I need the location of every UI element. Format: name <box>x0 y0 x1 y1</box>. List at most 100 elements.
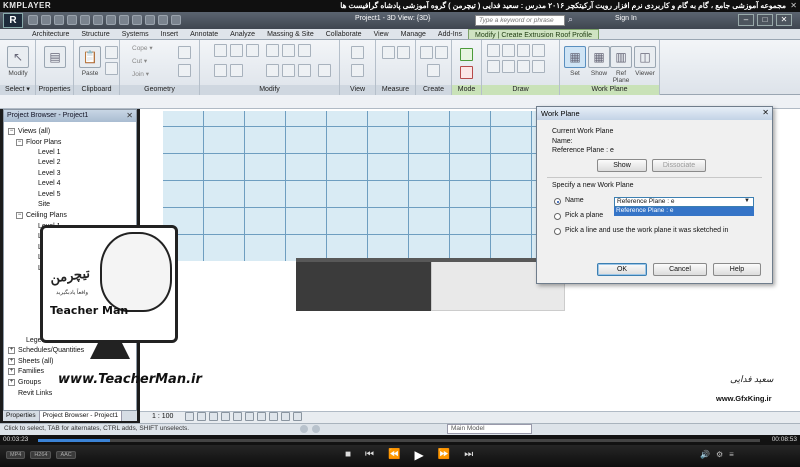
browser-tree-item[interactable]: Level 3 <box>28 169 61 178</box>
stop-icon[interactable]: ■ <box>345 449 351 461</box>
ellipse-icon[interactable] <box>517 60 530 73</box>
rotate-icon[interactable] <box>298 44 311 57</box>
render-icon[interactable] <box>233 412 242 421</box>
wall-joins-icon[interactable] <box>178 46 191 59</box>
browser-tree-item[interactable]: Level 2 <box>28 158 61 167</box>
pick-lines-icon[interactable] <box>532 60 545 73</box>
browser-tree-item[interactable]: Level 1 <box>28 148 61 157</box>
name-radio[interactable] <box>554 198 561 205</box>
show-work-plane-icon[interactable]: ▦ <box>588 46 610 68</box>
tab-properties[interactable]: Properties <box>3 411 40 421</box>
chevron-down-icon[interactable]: ▼ <box>744 198 750 204</box>
show-crop-icon[interactable] <box>257 412 266 421</box>
cut-geometry-button[interactable]: Cut ▾ <box>132 57 147 65</box>
measure-between-icon[interactable] <box>382 46 395 59</box>
3d-view-icon[interactable] <box>132 15 142 25</box>
lock-view-icon[interactable] <box>269 412 278 421</box>
expand-toggle-icon[interactable]: − <box>16 138 23 146</box>
design-options-icon[interactable] <box>312 425 320 433</box>
design-option-select[interactable]: Main Model <box>447 424 532 434</box>
circle-icon[interactable] <box>532 44 545 57</box>
section-icon[interactable] <box>145 15 155 25</box>
create-group-icon[interactable] <box>427 64 440 77</box>
copy-element-icon[interactable] <box>282 44 295 57</box>
browser-tree-item[interactable]: + Sheets (all) <box>8 357 53 366</box>
dropdown-option-reference-plane[interactable]: Reference Plane : e <box>614 207 754 216</box>
close-hidden-icon[interactable] <box>171 15 181 25</box>
finish-edit-icon[interactable] <box>460 48 473 61</box>
tab-modify-create-extrusion-roof-profile[interactable]: Modify | Create Extrusion Roof Profile <box>468 29 600 39</box>
paste-icon[interactable]: 📋 <box>79 46 101 68</box>
create-parts-icon[interactable] <box>435 46 448 59</box>
player-close-button[interactable]: ✕ <box>790 1 797 10</box>
line-icon[interactable] <box>487 44 500 57</box>
tab-systems[interactable]: Systems <box>116 29 155 39</box>
array-icon[interactable] <box>266 64 279 77</box>
sun-path-icon[interactable] <box>209 412 218 421</box>
tab-massing-site[interactable]: Massing & Site <box>261 29 320 39</box>
browser-tree-item[interactable]: + Groups <box>8 378 41 387</box>
browser-tree-item[interactable]: + Families <box>8 367 44 376</box>
measure-icon[interactable] <box>93 15 103 25</box>
roof-shaded-face[interactable] <box>296 258 431 311</box>
cancel-button[interactable]: Cancel <box>653 263 707 276</box>
rewind-icon[interactable]: ⏪ <box>388 449 400 461</box>
dimension-icon[interactable] <box>106 15 116 25</box>
settings-icon[interactable]: ⚙ <box>716 450 723 459</box>
set-work-plane-icon[interactable]: ▦ <box>564 46 586 68</box>
aligned-dimension-icon[interactable] <box>397 46 410 59</box>
expand-toggle-icon[interactable]: + <box>8 378 15 386</box>
close-icon[interactable]: ✕ <box>762 108 769 117</box>
maximize-button[interactable]: □ <box>757 14 773 26</box>
tab-add-ins[interactable]: Add-Ins <box>432 29 468 39</box>
work-plane-name-select[interactable]: Reference Plane : e <box>614 197 754 207</box>
close-icon[interactable]: ✕ <box>126 111 133 120</box>
binoculars-icon[interactable]: ⌕ <box>568 14 573 25</box>
visual-style-icon[interactable] <box>197 412 206 421</box>
next-icon[interactable]: ⏭ <box>464 449 473 461</box>
fast-forward-icon[interactable]: ⏩ <box>438 449 450 461</box>
seek-bar[interactable] <box>38 439 760 442</box>
trim-icon[interactable] <box>214 64 227 77</box>
split-icon[interactable] <box>230 64 243 77</box>
mirror-icon[interactable] <box>246 44 259 57</box>
copy-icon[interactable] <box>105 62 118 75</box>
arc-icon[interactable] <box>487 60 500 73</box>
text-icon[interactable] <box>119 15 129 25</box>
hide-element-icon[interactable] <box>351 46 364 59</box>
minimize-button[interactable]: – <box>738 14 754 26</box>
redo-icon[interactable] <box>67 15 77 25</box>
browser-tree-item[interactable]: − Floor Plans <box>16 138 61 147</box>
expand-toggle-icon[interactable]: + <box>8 357 15 365</box>
viewer-icon[interactable]: ◫ <box>634 46 656 68</box>
browser-tree-item[interactable]: − Ceiling Plans <box>16 211 67 220</box>
volume-icon[interactable]: 🔊 <box>700 450 710 459</box>
worksets-icon[interactable] <box>300 425 308 433</box>
browser-tree-item[interactable]: + Schedules/Quantities <box>8 346 84 355</box>
align-icon[interactable] <box>214 44 227 57</box>
undo-icon[interactable] <box>54 15 64 25</box>
tab-manage[interactable]: Manage <box>395 29 432 39</box>
create-assembly-icon[interactable] <box>420 46 433 59</box>
rectangle-icon[interactable] <box>502 44 515 57</box>
help-button[interactable]: Help <box>713 263 761 276</box>
temp-hide-icon[interactable] <box>281 412 290 421</box>
tab-insert[interactable]: Insert <box>155 29 185 39</box>
tab-architecture[interactable]: Architecture <box>26 29 75 39</box>
browser-tree-item[interactable]: Level 4 <box>28 179 61 188</box>
print-icon[interactable] <box>80 15 90 25</box>
scale-icon[interactable] <box>282 64 295 77</box>
delete-icon[interactable] <box>318 64 331 77</box>
save-icon[interactable] <box>41 15 51 25</box>
cope-button[interactable]: Cope ▾ <box>132 44 153 52</box>
expand-toggle-icon[interactable]: − <box>8 127 15 135</box>
cut-icon[interactable] <box>105 46 118 59</box>
pick-plane-radio[interactable] <box>554 213 561 220</box>
menu-icon[interactable]: ≡ <box>729 450 734 459</box>
split-face-icon[interactable] <box>178 64 191 77</box>
reveal-hidden-icon[interactable] <box>293 412 302 421</box>
detail-level-icon[interactable] <box>185 412 194 421</box>
view-scale[interactable]: 1 : 100 <box>152 412 173 422</box>
pick-line-radio[interactable] <box>554 228 561 235</box>
file-tab[interactable] <box>0 29 26 39</box>
